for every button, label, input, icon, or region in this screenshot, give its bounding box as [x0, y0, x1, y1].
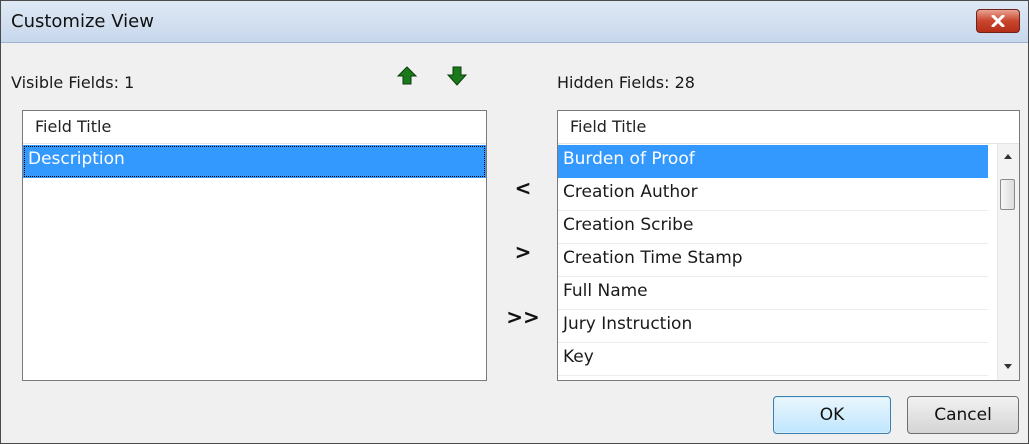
- move-down-button[interactable]: [446, 65, 468, 87]
- hidden-column-header[interactable]: Field Title: [558, 111, 1019, 144]
- visible-fields-label: Visible Fields: 1: [11, 73, 135, 92]
- close-icon: [991, 15, 1005, 27]
- title-bar: Customize View: [1, 1, 1028, 43]
- visible-fields-list[interactable]: Field Title Description: [22, 110, 487, 381]
- list-item[interactable]: Full Name: [558, 277, 988, 310]
- list-item[interactable]: Burden of Proof: [558, 145, 988, 178]
- move-left-button[interactable]: <: [506, 173, 540, 203]
- customize-view-dialog: Customize View Visible Fields: 1 Hidden …: [0, 0, 1029, 444]
- list-item[interactable]: Key: [558, 343, 988, 376]
- list-item[interactable]: Creation Scribe: [558, 211, 988, 244]
- list-item[interactable]: Creation Author: [558, 178, 988, 211]
- window-title: Customize View: [11, 11, 154, 32]
- hidden-list-scrollbar[interactable]: [997, 144, 1019, 380]
- hidden-fields-list[interactable]: Field Title Burden of Proof Creation Aut…: [557, 110, 1020, 381]
- move-right-button[interactable]: >: [506, 237, 540, 267]
- scroll-thumb[interactable]: [1000, 179, 1015, 210]
- arrow-down-icon: [446, 66, 468, 86]
- move-all-right-button[interactable]: >>: [506, 302, 540, 332]
- list-item[interactable]: Jury Instruction: [558, 310, 988, 343]
- scroll-up-arrow-icon[interactable]: [1003, 152, 1013, 160]
- move-up-button[interactable]: [396, 65, 418, 87]
- ok-button[interactable]: OK: [773, 396, 891, 434]
- visible-column-header[interactable]: Field Title: [23, 111, 486, 144]
- list-item[interactable]: Creation Time Stamp: [558, 244, 988, 277]
- close-button[interactable]: [976, 9, 1020, 33]
- arrow-up-icon: [396, 66, 418, 85]
- list-item[interactable]: Description: [23, 145, 486, 178]
- hidden-fields-label: Hidden Fields: 28: [557, 73, 695, 92]
- scroll-down-arrow-icon[interactable]: [1003, 363, 1013, 371]
- cancel-button[interactable]: Cancel: [907, 396, 1019, 434]
